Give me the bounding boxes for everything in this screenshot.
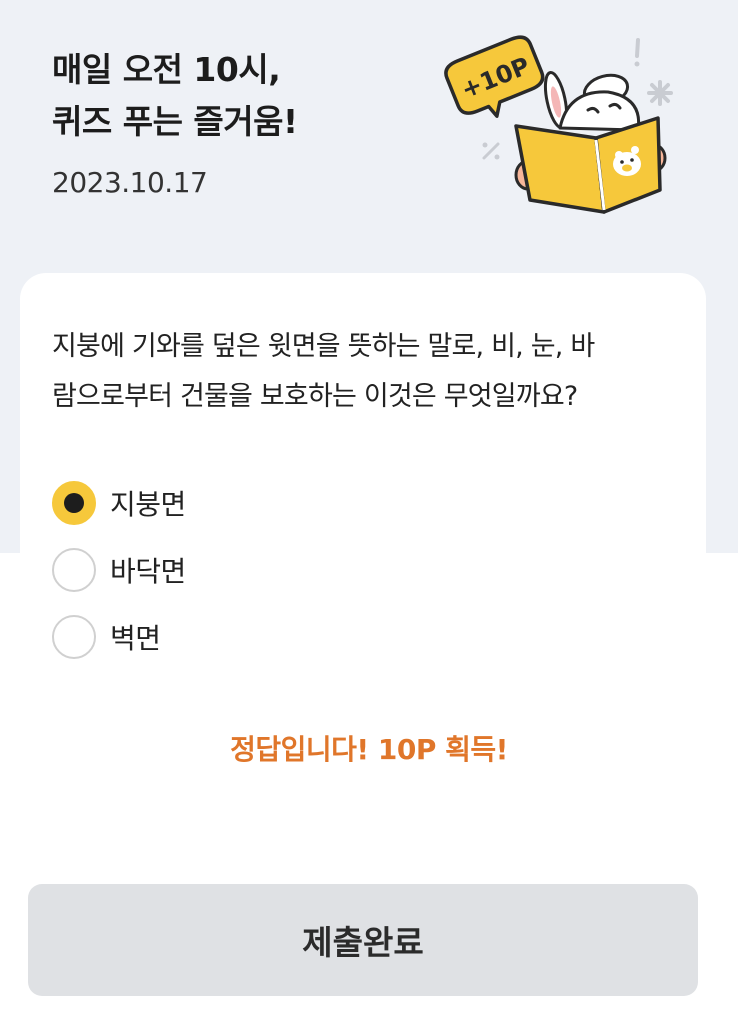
submit-button[interactable]: 제출완료 bbox=[28, 884, 698, 996]
answer-option-3[interactable]: 벽면 bbox=[52, 613, 352, 661]
radio-unselected-icon[interactable] bbox=[52, 548, 96, 592]
result-message: 정답입니다! 10P 획득! bbox=[230, 733, 508, 766]
question-line-2: 람으로부터 건물을 보호하는 이것은 무엇일까요? bbox=[52, 381, 578, 412]
answer-option-2[interactable]: 바닥면 bbox=[52, 546, 352, 594]
answer-option-1[interactable]: 지붕면 bbox=[52, 479, 352, 527]
option-label: 벽면 bbox=[110, 622, 161, 655]
page-title: 매일 오전 10시, 퀴즈 푸는 즐거움! bbox=[52, 44, 298, 148]
rabbit-reading-book-icon: +10P bbox=[444, 35, 673, 214]
option-label: 바닥면 bbox=[110, 555, 186, 588]
quiz-question: 지붕에 기와를 덮은 윗면을 뜻하는 말로, 비, 눈, 바 람으로부터 건물을… bbox=[52, 322, 692, 422]
title-line-1: 매일 오전 10시, bbox=[52, 50, 281, 89]
question-line-1: 지붕에 기와를 덮은 윗면을 뜻하는 말로, 비, 눈, 바 bbox=[52, 331, 595, 362]
option-label: 지붕면 bbox=[110, 488, 186, 521]
quiz-date: 2023.10.17 bbox=[52, 166, 208, 199]
radio-selected-icon[interactable] bbox=[52, 481, 96, 525]
title-line-2: 퀴즈 푸는 즐거움! bbox=[52, 102, 298, 141]
radio-unselected-icon[interactable] bbox=[52, 615, 96, 659]
